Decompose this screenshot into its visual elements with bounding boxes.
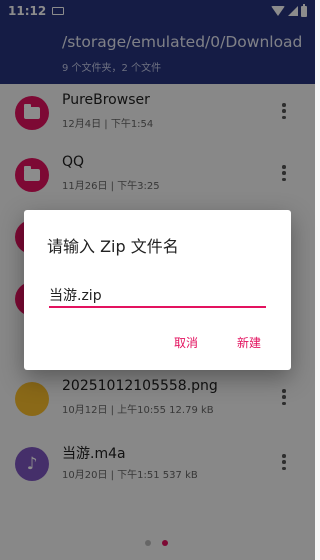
create-button[interactable]: 新建 (237, 334, 261, 351)
zip-name-dialog: 请输入 Zip 文件名 取消 新建 (24, 210, 291, 370)
zip-name-input[interactable] (49, 284, 266, 308)
cancel-button[interactable]: 取消 (174, 334, 198, 351)
dialog-title: 请输入 Zip 文件名 (47, 237, 179, 256)
